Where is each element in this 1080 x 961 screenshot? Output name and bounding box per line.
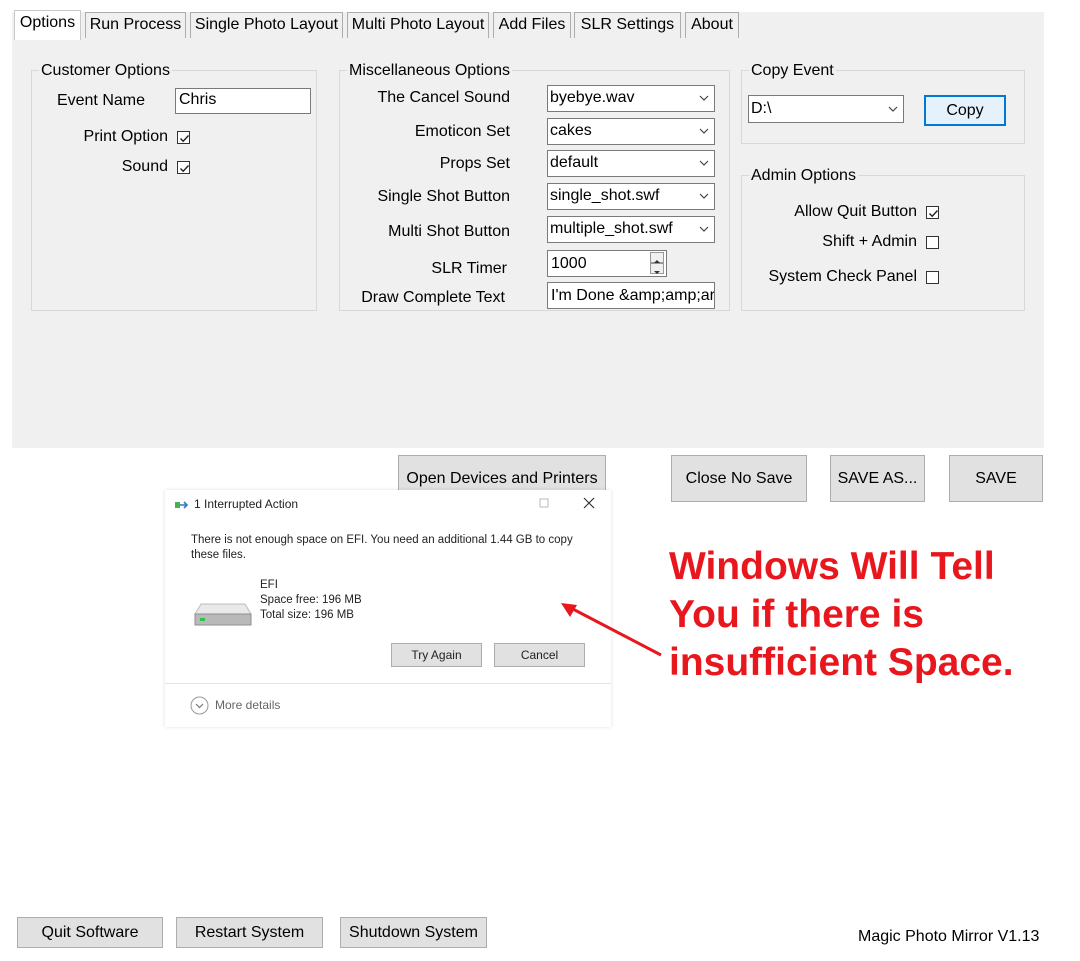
annotation-text: Windows Will Tell You if there is insuff… (669, 543, 1069, 687)
tab-add-files[interactable]: Add Files (493, 12, 571, 38)
chevron-down-icon (699, 160, 709, 166)
event-name-input[interactable]: Chris (175, 88, 311, 114)
shutdown-system-button[interactable]: Shutdown System (340, 917, 487, 948)
emoticon-set-value: cakes (550, 122, 592, 139)
cancel-sound-label: The Cancel Sound (377, 89, 510, 106)
save-as-button[interactable]: SAVE AS... (830, 455, 925, 502)
event-name-label: Event Name (56, 92, 145, 109)
checkmark-icon (180, 135, 190, 143)
copy-button[interactable]: Copy (924, 95, 1006, 126)
chevron-down-icon (699, 193, 709, 199)
slr-timer-stepper[interactable]: 1000 (547, 250, 667, 277)
close-button[interactable] (582, 496, 596, 510)
maximize-icon (539, 498, 549, 508)
more-details-label: More details (215, 698, 281, 712)
dialog-title: 1 Interrupted Action (194, 497, 299, 511)
chevron-down-icon (888, 106, 898, 112)
restart-system-button[interactable]: Restart System (176, 917, 323, 948)
dialog-message: There is not enough space on EFI. You ne… (191, 534, 573, 561)
chevron-down-icon (699, 226, 709, 232)
props-set-select[interactable]: default (547, 150, 715, 177)
dialog-divider (165, 683, 611, 684)
save-button[interactable]: SAVE (949, 455, 1043, 502)
misc-options-title: Miscellaneous Options (347, 62, 512, 80)
system-check-label: System Check Panel (768, 268, 917, 285)
sound-checkbox[interactable] (177, 161, 190, 174)
sound-label: Sound (121, 158, 168, 175)
multi-shot-value: multiple_shot.swf (550, 220, 673, 237)
draw-complete-text-label: Draw Complete Text (361, 289, 505, 306)
single-shot-value: single_shot.swf (550, 187, 660, 204)
print-option-checkbox[interactable] (177, 131, 190, 144)
cancel-sound-value: byebye.wav (550, 89, 635, 106)
shift-admin-checkbox[interactable] (926, 236, 939, 249)
customer-options-title: Customer Options (39, 62, 172, 80)
drive-space-free: Space free: 196 MB (260, 594, 362, 606)
quit-software-button[interactable]: Quit Software (17, 917, 163, 948)
allow-quit-checkbox[interactable] (926, 206, 939, 219)
single-shot-label: Single Shot Button (377, 188, 510, 205)
copy-event-title: Copy Event (749, 62, 836, 80)
annotation-line: You if there is (669, 593, 924, 636)
close-icon (583, 497, 595, 509)
file-copy-icon (175, 501, 189, 509)
tab-multi-photo-layout[interactable]: Multi Photo Layout (347, 12, 489, 38)
multi-shot-label: Multi Shot Button (388, 223, 510, 240)
draw-complete-text-input[interactable]: I'm Done &amp;amp;ar (547, 282, 715, 309)
slr-timer-up-button[interactable] (650, 252, 664, 263)
allow-quit-label: Allow Quit Button (794, 203, 917, 220)
close-no-save-button[interactable]: Close No Save (671, 455, 807, 502)
chevron-down-icon (699, 95, 709, 101)
props-set-value: default (550, 154, 599, 171)
version-label: Magic Photo Mirror V1.13 (858, 928, 1040, 945)
annotation-line: Windows Will Tell (669, 545, 995, 588)
print-option-label: Print Option (83, 128, 168, 145)
multi-shot-select[interactable]: multiple_shot.swf (547, 216, 715, 243)
emoticon-set-select[interactable]: cakes (547, 118, 715, 145)
admin-options-title: Admin Options (749, 167, 858, 185)
emoticon-set-label: Emoticon Set (414, 123, 510, 140)
cancel-sound-select[interactable]: byebye.wav (547, 85, 715, 112)
copy-drive-select[interactable]: D:\ (748, 95, 904, 123)
chevron-down-icon (699, 128, 709, 134)
tab-run-process[interactable]: Run Process (85, 12, 186, 38)
shift-admin-label: Shift + Admin (822, 233, 917, 250)
annotation-line: insufficient Space. (669, 641, 1014, 684)
tab-options[interactable]: Options (14, 10, 81, 40)
caret-down-icon (654, 271, 660, 274)
slr-timer-value: 1000 (551, 255, 587, 272)
tab-single-photo-layout[interactable]: Single Photo Layout (190, 12, 343, 38)
copy-drive-value: D:\ (751, 100, 772, 117)
drive-name: EFI (260, 579, 278, 591)
system-check-checkbox[interactable] (926, 271, 939, 284)
slr-timer-down-button[interactable] (650, 263, 664, 274)
chevron-down-circle-icon (190, 696, 209, 715)
tab-about[interactable]: About (685, 12, 739, 38)
drive-total-size: Total size: 196 MB (260, 609, 354, 621)
interrupted-action-dialog: 1 Interrupted Action There is not enough… (165, 490, 611, 727)
checkmark-icon (180, 165, 190, 173)
annotation-arrow-icon (561, 603, 662, 657)
slr-timer-label: SLR Timer (431, 260, 507, 277)
drive-icon (194, 603, 252, 626)
props-set-label: Props Set (439, 155, 510, 172)
single-shot-select[interactable]: single_shot.swf (547, 183, 715, 210)
maximize-button[interactable] (537, 496, 551, 510)
try-again-button[interactable]: Try Again (391, 643, 482, 667)
checkmark-icon (929, 210, 939, 218)
tab-slr-settings[interactable]: SLR Settings (574, 12, 681, 38)
